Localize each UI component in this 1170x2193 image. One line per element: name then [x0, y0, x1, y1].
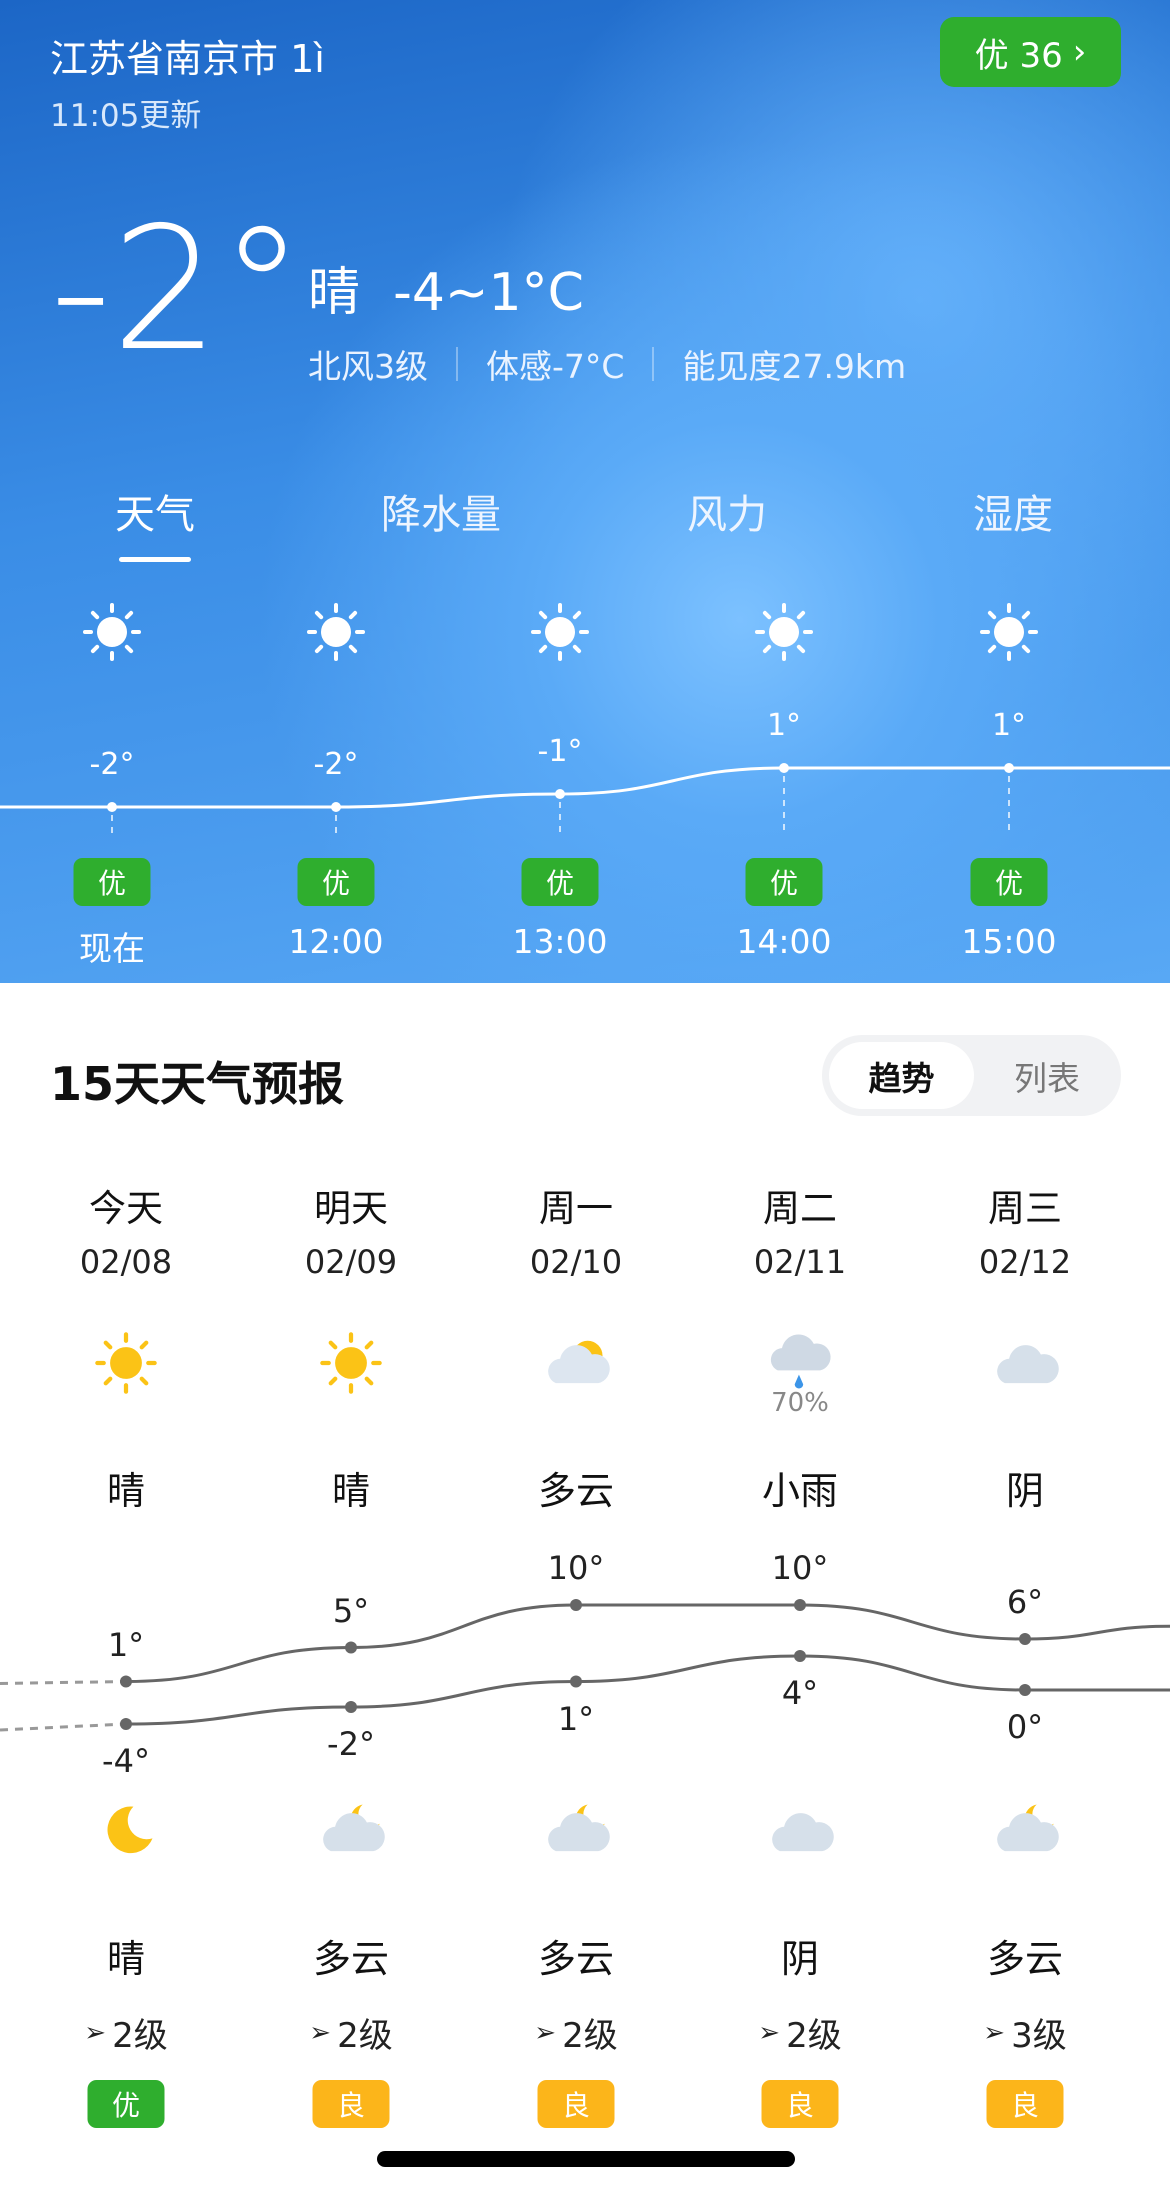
wind-label: 2级: [786, 2016, 842, 2056]
high-point: [120, 1675, 132, 1688]
day-desc: 小雨: [761, 1469, 839, 1513]
day-desc: 多云: [537, 1469, 615, 1513]
wind-level: ➢ 2级: [534, 2008, 617, 2057]
wind-direction-icon: ➢: [84, 2017, 107, 2048]
high-point: [1019, 1633, 1031, 1645]
cloud-icon: [765, 1796, 835, 1870]
high-point: [570, 1599, 582, 1611]
high-past-line: [0, 1680, 127, 1685]
day-date: 02/08: [79, 1243, 173, 1281]
high-point: [345, 1641, 357, 1654]
high-temp: 6°: [1006, 1583, 1044, 1621]
night-desc: 晴: [106, 1937, 146, 1981]
night-desc: 多云: [312, 1937, 390, 1981]
day-name: 周二: [763, 1187, 837, 1230]
moon-cloud-icon: [316, 1796, 386, 1870]
day-desc: 晴: [331, 1469, 371, 1513]
wind-direction-icon: ➢: [309, 2017, 332, 2048]
low-temp: 1°: [557, 1699, 595, 1738]
night-desc: 阴: [780, 1937, 820, 1981]
wind-level: ➢ 2级: [309, 2008, 392, 2057]
day-aqi-badge: 良: [986, 2080, 1064, 2128]
low-point: [1019, 1684, 1031, 1696]
low-temp: 0°: [1006, 1708, 1044, 1746]
night-desc: 多云: [986, 1937, 1064, 1981]
moon-icon: [91, 1796, 161, 1870]
sun-icon: [316, 1328, 386, 1402]
day-desc: 晴: [106, 1469, 146, 1513]
sun-icon: [91, 1328, 161, 1402]
wind-label: 2级: [337, 2016, 393, 2056]
low-point: [794, 1650, 806, 1662]
precip-chance: 70%: [771, 1388, 829, 1418]
day-name: 周一: [539, 1187, 613, 1230]
high-temp: 10°: [547, 1549, 605, 1587]
high-temp: 1°: [107, 1625, 145, 1664]
wind-level: ➢ 3级: [983, 2008, 1066, 2057]
cloud-icon: [990, 1328, 1060, 1402]
low-past-line: [0, 1722, 127, 1732]
night-desc: 多云: [537, 1937, 615, 1981]
high-temp: 5°: [332, 1591, 370, 1630]
low-temp: -2°: [327, 1725, 375, 1763]
day-aqi-badge: 良: [312, 2080, 390, 2128]
day-name: 周三: [988, 1187, 1062, 1230]
high-point: [794, 1599, 806, 1611]
high-temp: 10°: [771, 1549, 829, 1587]
low-temp: 4°: [781, 1674, 819, 1712]
day-name: 今天: [89, 1187, 163, 1230]
moon-cloud-icon: [541, 1796, 611, 1870]
wind-level: ➢ 2级: [758, 2008, 841, 2057]
day-date: 02/09: [304, 1243, 398, 1281]
wind-direction-icon: ➢: [534, 2017, 557, 2048]
wind-direction-icon: ➢: [983, 2017, 1006, 2048]
day-date: 02/10: [529, 1243, 623, 1281]
day-desc: 阴: [1005, 1469, 1045, 1513]
wind-direction-icon: ➢: [758, 2017, 781, 2048]
day-name: 明天: [314, 1187, 388, 1230]
day-aqi-badge: 良: [761, 2080, 839, 2128]
low-temp: -4°: [102, 1742, 150, 1780]
wind-label: 2级: [562, 2016, 618, 2056]
day-date: 02/12: [978, 1243, 1072, 1281]
day-aqi-badge: 优: [87, 2080, 165, 2128]
low-point: [345, 1701, 357, 1713]
wind-level: ➢ 2级: [84, 2008, 167, 2057]
day-aqi-badge: 良: [537, 2080, 615, 2128]
wind-label: 2级: [112, 2016, 168, 2056]
home-indicator[interactable]: [377, 2151, 795, 2167]
sun-cloud-icon: [541, 1328, 611, 1402]
wind-label: 3级: [1011, 2016, 1067, 2056]
low-point: [120, 1718, 132, 1730]
day-date: 02/11: [753, 1243, 847, 1281]
moon-cloud-icon: [990, 1796, 1060, 1870]
low-point: [570, 1675, 582, 1688]
